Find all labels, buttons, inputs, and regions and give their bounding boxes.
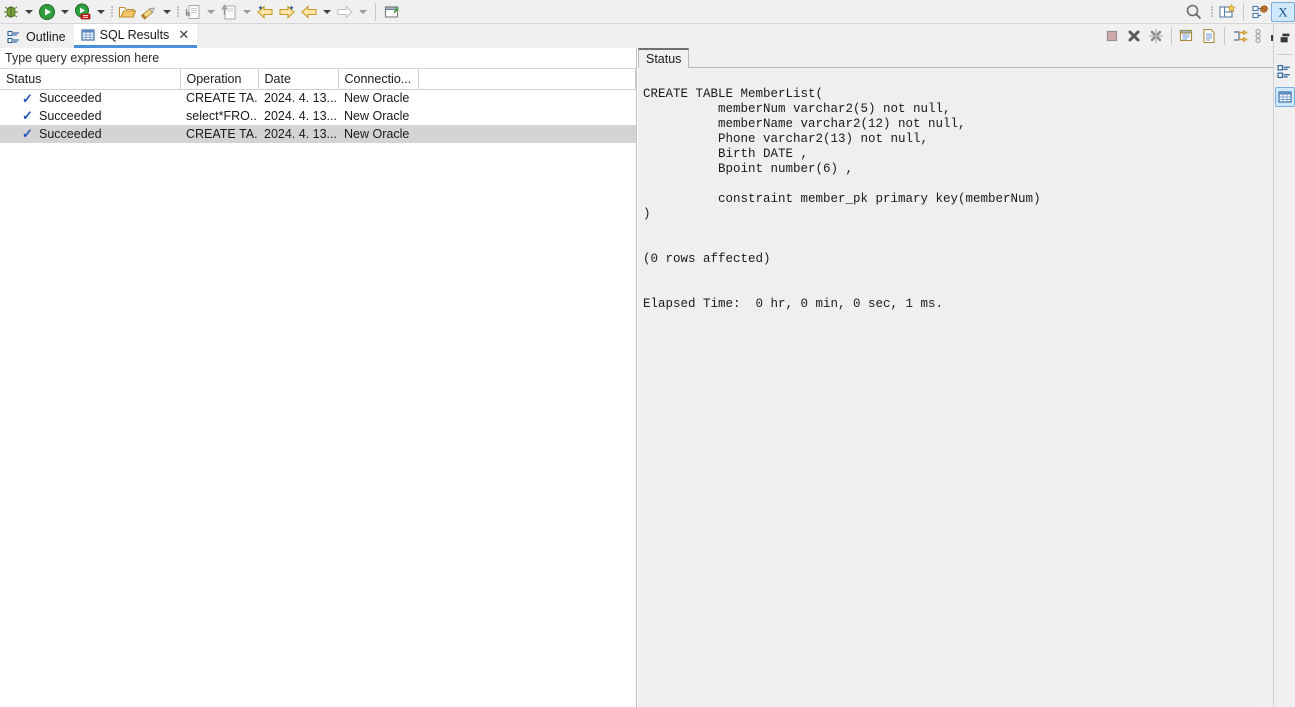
cell-status: ✓ Succeeded	[0, 107, 180, 125]
run-icon[interactable]	[36, 1, 58, 23]
column-header-connection[interactable]: Connectio...	[338, 69, 419, 90]
view-toolbar-separator	[1171, 27, 1172, 45]
cell-filler	[418, 89, 636, 107]
column-header-status[interactable]: Status	[0, 69, 181, 90]
remove-all-icon[interactable]	[1145, 25, 1167, 47]
success-check-icon: ✓	[22, 90, 33, 106]
forward-dropdown-arrow[interactable]	[356, 1, 370, 23]
tab-status[interactable]: Status	[638, 48, 690, 68]
copy-icon[interactable]	[1176, 25, 1198, 47]
success-check-icon: ✓	[22, 126, 33, 141]
view-tab-bar: Outline SQL Results ✕	[0, 24, 1295, 48]
cell-operation: select*FRO...	[186, 109, 258, 123]
back-arrow-icon[interactable]	[298, 1, 320, 23]
datatools-perspective-icon[interactable]: X	[1271, 1, 1295, 22]
outline-icon	[7, 30, 21, 44]
cell-operation: CREATE TA...	[180, 125, 258, 143]
debug-dropdown-arrow[interactable]	[22, 1, 36, 23]
status-detail-panel: Status CREATE TABLE MemberList( memberNu…	[638, 48, 1295, 707]
run-dropdown-arrow[interactable]	[58, 1, 72, 23]
main-toolbar: X	[0, 0, 1295, 24]
sql-results-panel: Type query expression here Status Operat…	[0, 48, 637, 707]
filter-input-row[interactable]: Type query expression here	[0, 48, 636, 69]
tab-sql-results-label: SQL Results	[99, 27, 170, 42]
table-row[interactable]: ✓ Succeeded CREATE TA... 2024. 4. 13... …	[0, 89, 636, 107]
back-dropdown-arrow[interactable]	[320, 1, 334, 23]
cell-operation: CREATE TA...	[186, 91, 258, 106]
cell-date: 2024. 4. 13...	[258, 125, 338, 143]
run-sql-icon[interactable]	[72, 1, 94, 23]
forward-arrow-icon[interactable]	[334, 1, 356, 23]
table-body: ✓ Succeeded CREATE TA... 2024. 4. 13... …	[0, 89, 636, 143]
table-row[interactable]: ✓ Succeeded CREATE TA... 2024. 4. 13... …	[0, 125, 636, 143]
search-icon[interactable]	[1180, 1, 1208, 23]
remove-icon[interactable]	[1123, 25, 1145, 47]
view-toolbar-separator-2	[1224, 27, 1225, 45]
column-header-filler	[418, 69, 636, 90]
sql-results-view-icon[interactable]	[1274, 87, 1295, 107]
outline-view-icon[interactable]	[1275, 61, 1295, 81]
show-in-editor-icon[interactable]	[1198, 25, 1220, 47]
restore-icon[interactable]	[1275, 28, 1295, 48]
run-sql-dropdown-arrow[interactable]	[94, 1, 108, 23]
cell-filler	[418, 107, 636, 125]
cell-date: 2024. 4. 13...	[264, 91, 337, 106]
import-icon[interactable]	[182, 1, 204, 23]
open-folder-icon[interactable]	[116, 1, 138, 23]
close-icon[interactable]: ✕	[178, 28, 189, 41]
view-shortcut-rail	[1273, 24, 1295, 707]
java-perspective-icon[interactable]	[1249, 1, 1271, 23]
pencil-dropdown-arrow[interactable]	[160, 1, 174, 23]
terminate-icon[interactable]	[1101, 25, 1123, 47]
table-row[interactable]: ✓ Succeeded select*FRO... 2024. 4. 13...…	[0, 107, 636, 125]
toolbar-drag-handle-2[interactable]	[174, 4, 182, 20]
import-dropdown-arrow[interactable]	[204, 1, 218, 23]
forward-marked-icon[interactable]	[276, 1, 298, 23]
svg-text:X: X	[1278, 4, 1288, 19]
toolbar-drag-handle[interactable]	[108, 4, 116, 20]
tab-sql-results[interactable]: SQL Results ✕	[73, 24, 198, 48]
table-header-row: Status Operation Date Connectio...	[0, 69, 636, 90]
column-header-operation[interactable]: Operation	[180, 69, 259, 90]
cell-date: 2024. 4. 13...	[264, 109, 337, 123]
column-header-date[interactable]: Date	[258, 69, 339, 90]
toolbar-separator-2	[1243, 2, 1244, 21]
cell-filler	[418, 125, 636, 143]
perspective-drag-handle[interactable]	[1208, 4, 1216, 20]
query-filter-input[interactable]: Type query expression here	[5, 51, 159, 65]
back-marked-icon[interactable]	[254, 1, 276, 23]
new-window-icon[interactable]	[381, 1, 403, 23]
toolbar-separator	[375, 2, 376, 21]
export-icon[interactable]	[218, 1, 240, 23]
status-tab-row: Status	[638, 48, 1295, 68]
pencil-icon[interactable]	[138, 1, 160, 23]
status-output-text: CREATE TABLE MemberList( memberNum varch…	[638, 80, 1259, 707]
tab-outline-label: Outline	[26, 29, 66, 44]
tab-outline[interactable]: Outline	[0, 25, 74, 48]
cell-status: ✓ Succeeded	[0, 89, 180, 107]
success-check-icon: ✓	[22, 108, 33, 123]
cell-connection: New Oracle	[338, 125, 418, 143]
debug-icon[interactable]	[0, 1, 22, 23]
cell-status: ✓ Succeeded	[0, 125, 180, 143]
cell-connection: New Oracle	[344, 91, 410, 106]
export-dropdown-arrow[interactable]	[240, 1, 254, 23]
sql-results-icon	[81, 28, 95, 42]
sql-results-table: Status Operation Date Connectio... ✓ Suc…	[0, 69, 636, 143]
cell-connection: New Oracle	[344, 109, 410, 123]
view-menu-icon[interactable]	[1251, 25, 1265, 47]
scroll-lock-icon[interactable]	[1229, 25, 1251, 47]
rail-separator	[1276, 54, 1293, 55]
view-toolbar	[1101, 24, 1295, 48]
new-perspective-icon[interactable]	[1216, 1, 1238, 23]
